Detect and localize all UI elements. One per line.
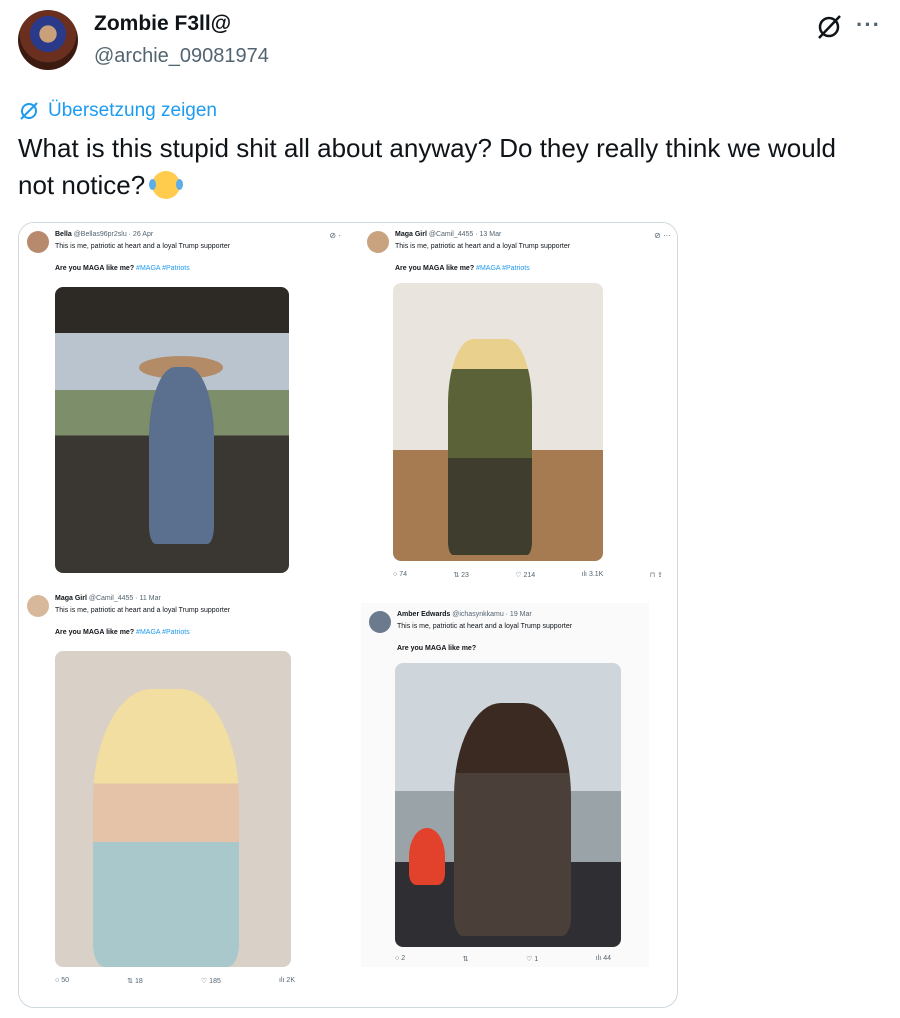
post-avatar [27,231,49,253]
post-header: Maga Girl @Camil_4455 · 13 Mar [395,231,502,238]
post-photo [55,651,291,967]
like-count: ♡ 214 [515,572,536,579]
post-stats: ○ 2 ⇅ ♡ 1 ılı 44 [395,955,611,963]
grok-icon[interactable] [814,12,844,42]
post-photo [55,287,289,573]
person [148,367,215,545]
repost-count: ⇅ [462,956,469,963]
drink-glass [408,827,445,885]
crying-laughing-emoji-icon [149,171,184,199]
view-count: ılı 44 [595,955,611,962]
post-text: This is me, patriotic at heart and a loy… [397,623,573,630]
tweet-media-image[interactable]: Bella @Bellas96pr2slu · 26 Apr ⊘ · This … [18,222,678,1008]
screenshot-post: Maga Girl @Camil_4455 · 13 Mar ⊘ ··· Thi… [359,223,677,587]
bookmark-share-icon: ⊓ ⇪ [649,572,663,579]
author-handle[interactable]: @archie_09081974 [94,45,269,68]
reply-count: ○ 74 [393,571,407,578]
more-icon[interactable]: ··· [856,12,881,38]
translate-link[interactable]: Übersetzung zeigen [18,100,217,122]
author-name[interactable]: Zombie F3ll@ [94,12,231,36]
post-more-icon: ⊘ ··· [654,231,671,240]
like-count: ♡ 185 [200,978,221,985]
translate-icon [20,102,38,120]
reply-count: ○ 2 [395,955,406,962]
tweet-text: What is this stupid shit all about anywa… [18,130,878,204]
person [92,688,240,967]
post-text: This is me, patriotic at heart and a loy… [395,243,571,250]
post-text: This is me, patriotic at heart and a loy… [55,243,231,250]
person [453,702,572,936]
post-stats: ○ 74 ⇅ 23 ♡ 214 ılı 3.1K ⊓ ⇪ [393,571,663,579]
reply-count: ○ 50 [55,977,69,984]
post-stats: ○ 50 ⇅ 18 ♡ 185 ılı 2K [55,977,295,985]
post-avatar [369,611,391,633]
post-question: Are you MAGA like me? #MAGA #Patriots [55,265,190,272]
translate-label: Übersetzung zeigen [48,100,217,121]
post-text: This is me, patriotic at heart and a loy… [55,607,231,614]
post-header: Amber Edwards @ichasynkkamu · 19 Mar [397,611,532,618]
repost-count: ⇅ 18 [127,978,143,985]
repost-count: ⇅ 23 [453,572,469,579]
post-header: Maga Girl @Camil_4455 · 11 Mar [55,595,161,602]
post-avatar [367,231,389,253]
post-question: Are you MAGA like me? [397,645,477,652]
person [447,338,532,556]
screenshot-post: Bella @Bellas96pr2slu · 26 Apr ⊘ · This … [19,223,349,583]
post-header: Bella @Bellas96pr2slu · 26 Apr [55,231,154,238]
post-avatar [27,595,49,617]
screenshot-post: Maga Girl @Camil_4455 · 11 Mar This is m… [19,587,349,997]
post-question: Are you MAGA like me? #MAGA #Patriots [395,265,530,272]
screenshot-post: Amber Edwards @ichasynkkamu · 19 Mar Thi… [361,603,649,967]
tweet-body: What is this stupid shit all about anywa… [18,133,836,200]
post-question: Are you MAGA like me? #MAGA #Patriots [55,629,190,636]
post-photo [393,283,603,561]
view-count: ılı 2K [279,977,295,984]
like-count: ♡ 1 [526,956,539,963]
view-count: ılı 3.1K [581,571,604,578]
author-avatar[interactable] [18,10,78,70]
post-photo [395,663,621,947]
post-more-icon: ⊘ · [329,231,341,240]
